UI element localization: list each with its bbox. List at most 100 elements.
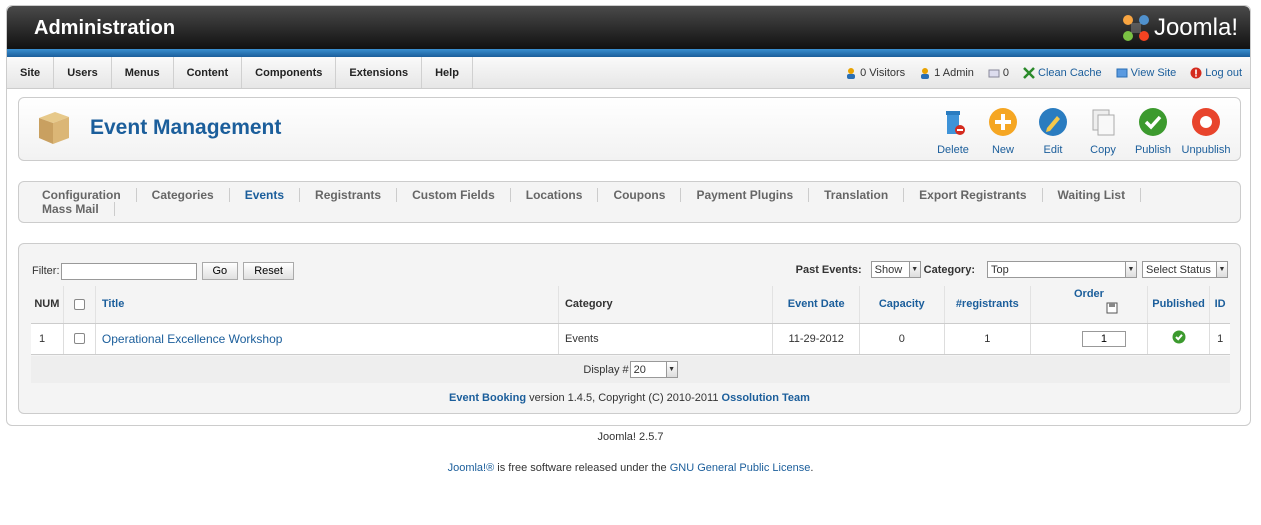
joomla-logo-text: Joomla! [1153, 14, 1238, 41]
menu-content[interactable]: Content [174, 57, 243, 88]
delete-label: Delete [937, 144, 969, 156]
copy-button[interactable]: Copy [1078, 107, 1128, 156]
joomla-logo-icon [1121, 13, 1151, 43]
col-registrants[interactable]: #registrants [944, 286, 1032, 324]
gnu-license-link[interactable]: GNU General Public License [670, 462, 811, 474]
trash-icon [946, 111, 965, 135]
pencil-icon [1039, 108, 1067, 136]
copyright-line: Event Booking version 1.4.5, Copyright (… [19, 392, 1240, 404]
delete-button[interactable]: Delete [928, 107, 978, 156]
category-select[interactable]: Top ▼ [987, 261, 1137, 278]
status-value: Select Status [1146, 263, 1211, 276]
submenu-tabs: Configuration Categories Events Registra… [18, 181, 1241, 223]
tab-locations[interactable]: Locations [511, 188, 599, 202]
edit-button[interactable]: Edit [1028, 107, 1078, 156]
row-title-link[interactable]: Operational Excellence Workshop [95, 323, 559, 355]
category-value: Top [991, 263, 1009, 276]
status-select[interactable]: Select Status ▼ [1142, 261, 1228, 278]
unpublish-button[interactable]: Unpublish [1178, 107, 1234, 156]
new-button[interactable]: New [978, 107, 1028, 156]
row-order-cell [1030, 323, 1148, 355]
tab-export-registrants[interactable]: Export Registrants [904, 188, 1043, 202]
joomla-link[interactable]: Joomla!® [448, 462, 495, 474]
event-booking-link[interactable]: Event Booking [449, 392, 526, 404]
tab-waiting-list[interactable]: Waiting List [1043, 188, 1142, 202]
tab-configuration[interactable]: Configuration [42, 188, 137, 202]
go-button[interactable]: Go [201, 262, 239, 280]
tab-custom-fields[interactable]: Custom Fields [397, 188, 511, 202]
filter-bar: Filter: Go Reset [32, 262, 294, 280]
logout-icon [1190, 67, 1202, 78]
tab-events[interactable]: Events [230, 188, 301, 202]
past-events-select[interactable]: Show ▼ [870, 261, 921, 278]
row-event-date: 11-29-2012 [772, 323, 860, 355]
chevron-down-icon: ▼ [1216, 262, 1227, 277]
col-select-all [63, 286, 96, 324]
menu-site[interactable]: Site [7, 57, 55, 88]
past-events-label: Past Events: [795, 263, 862, 276]
page-title: Event Management [90, 116, 282, 139]
select-all-checkbox[interactable] [73, 298, 85, 310]
col-order[interactable]: Order [1030, 286, 1148, 324]
table-row: 1 Operational Excellence Workshop Events… [31, 323, 1230, 355]
row-select [63, 323, 96, 355]
order-input[interactable] [1081, 330, 1126, 347]
order-header-label: Order [1073, 287, 1104, 300]
table-header-row: NUM Title Category Event Date Capacity #… [31, 286, 1230, 324]
events-panel: Filter: Go Reset Past Events: Show ▼ Cate… [18, 243, 1241, 414]
filter-label: Filter: [32, 265, 60, 277]
copy-label: Copy [1090, 144, 1116, 156]
col-published[interactable]: Published [1147, 286, 1211, 324]
admin-title: Administration [34, 17, 176, 39]
col-event-date[interactable]: Event Date [772, 286, 860, 324]
display-label: Display # [583, 363, 629, 376]
row-capacity: 0 [859, 323, 945, 355]
tab-categories[interactable]: Categories [137, 188, 230, 202]
menu-users[interactable]: Users [54, 57, 112, 88]
col-id[interactable]: ID [1209, 286, 1230, 324]
col-num: NUM [31, 286, 64, 324]
menu-components[interactable]: Components [242, 57, 337, 88]
menu-menus[interactable]: Menus [112, 57, 174, 88]
tab-coupons[interactable]: Coupons [598, 188, 682, 202]
admin-header: Administration Joomla! [7, 6, 1250, 49]
plus-icon [989, 108, 1017, 136]
view-site-link[interactable]: View Site [1116, 67, 1176, 79]
clean-cache-link[interactable]: Clean Cache [1023, 67, 1102, 79]
tab-translation[interactable]: Translation [809, 188, 905, 202]
row-num: 1 [31, 323, 64, 355]
admin-icon [921, 67, 930, 79]
row-id: 1 [1209, 323, 1230, 355]
component-toolbar: Event Management Delete New Edit Copy Pu… [18, 97, 1241, 161]
ossolution-link[interactable]: Ossolution Team [722, 392, 810, 404]
filter-input[interactable] [60, 262, 197, 280]
published-check-icon[interactable] [1172, 330, 1186, 344]
license-period: . [810, 462, 814, 474]
unpublish-label: Unpublish [1181, 144, 1231, 156]
unpublish-icon [1192, 108, 1220, 136]
messages-status[interactable]: 0 [988, 67, 1009, 79]
display-value: 20 [633, 363, 646, 376]
publish-button[interactable]: Publish [1128, 107, 1178, 156]
admins-status: 1 Admin [919, 67, 974, 79]
new-label: New [991, 144, 1014, 156]
header-stripe [7, 49, 1250, 57]
tab-registrants[interactable]: Registrants [300, 188, 398, 202]
check-icon [1139, 108, 1167, 136]
license-text: is free software released under the [494, 462, 670, 474]
logout-link[interactable]: Log out [1190, 67, 1242, 79]
reset-button[interactable]: Reset [243, 262, 294, 280]
display-limit-select[interactable]: 20 ▼ [629, 361, 678, 378]
menu-extensions[interactable]: Extensions [336, 57, 423, 88]
tab-payment-plugins[interactable]: Payment Plugins [681, 188, 810, 202]
col-title[interactable]: Title [95, 286, 559, 324]
tab-mass-mail[interactable]: Mass Mail [42, 202, 115, 216]
users-icon [847, 67, 856, 79]
row-checkbox[interactable] [73, 333, 85, 345]
publish-label: Publish [1134, 144, 1172, 156]
pagination-bar: Display # 20 ▼ [31, 356, 1230, 383]
save-order-icon[interactable] [1106, 302, 1118, 314]
row-registrants: 1 [944, 323, 1032, 355]
menu-help[interactable]: Help [422, 57, 473, 88]
col-capacity[interactable]: Capacity [859, 286, 945, 324]
